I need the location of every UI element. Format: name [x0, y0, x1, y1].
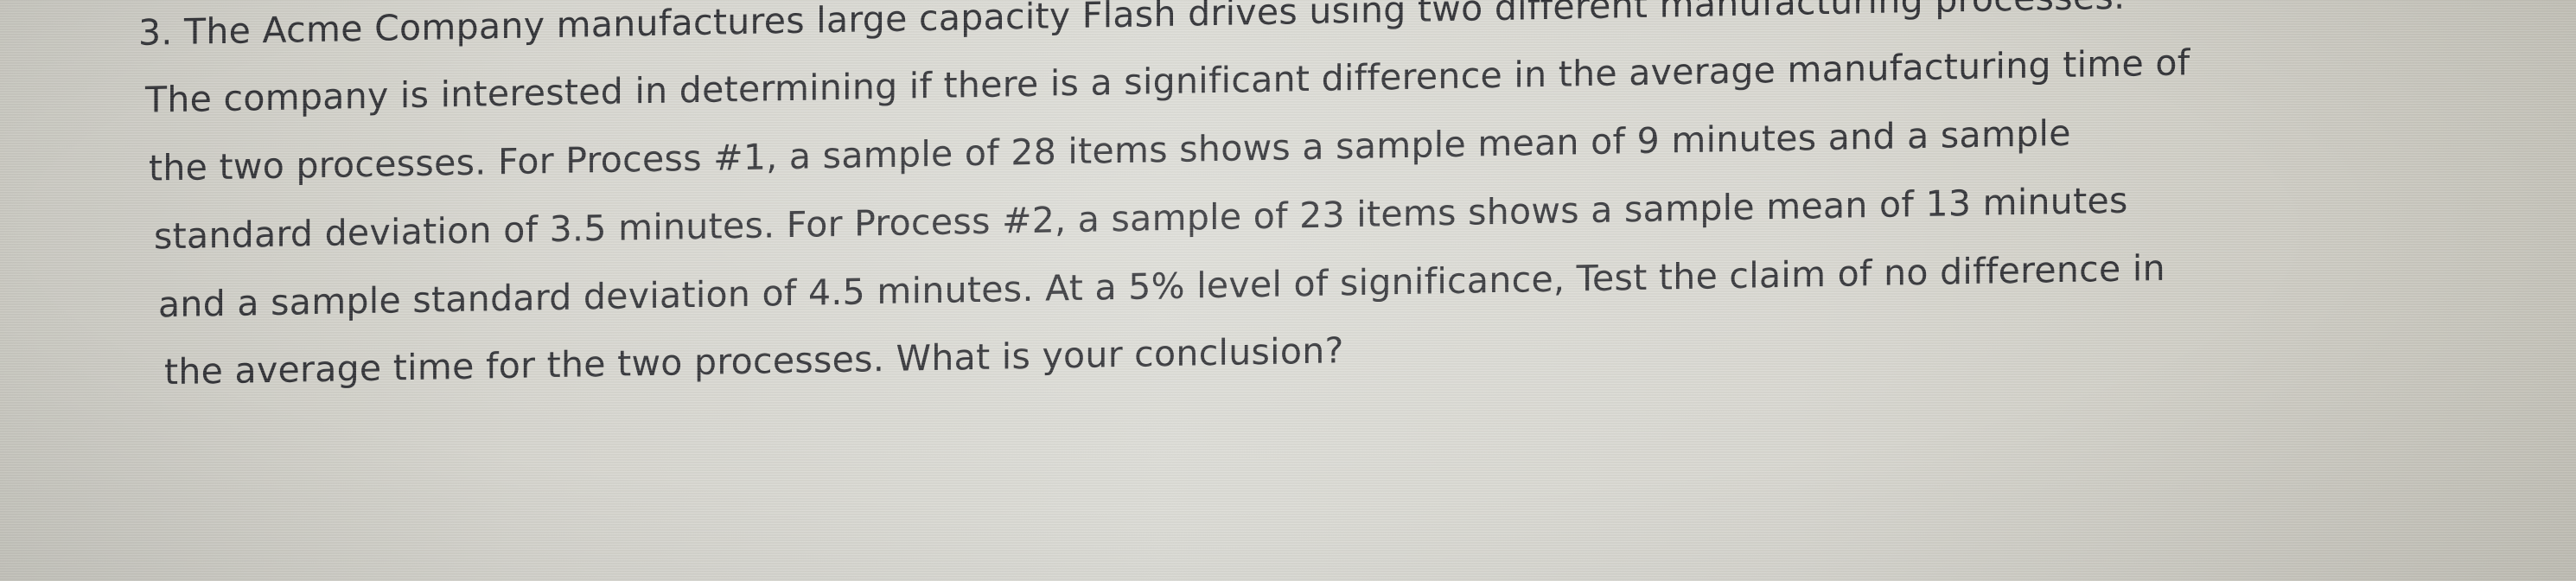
question-line-4: standard deviation of 3.5 minutes. For P… — [154, 179, 2128, 258]
question-line-5: and a sample standard deviation of 4.5 m… — [158, 246, 2165, 326]
question-line-1: 3. The Acme Company manufactures large c… — [138, 0, 2126, 54]
question-line-2: The company is interested in determining… — [145, 42, 2190, 121]
question-line-3: the two processes. For Process #1, a sam… — [149, 112, 2071, 189]
question-line-6: the average time for the two processes. … — [164, 329, 1344, 393]
